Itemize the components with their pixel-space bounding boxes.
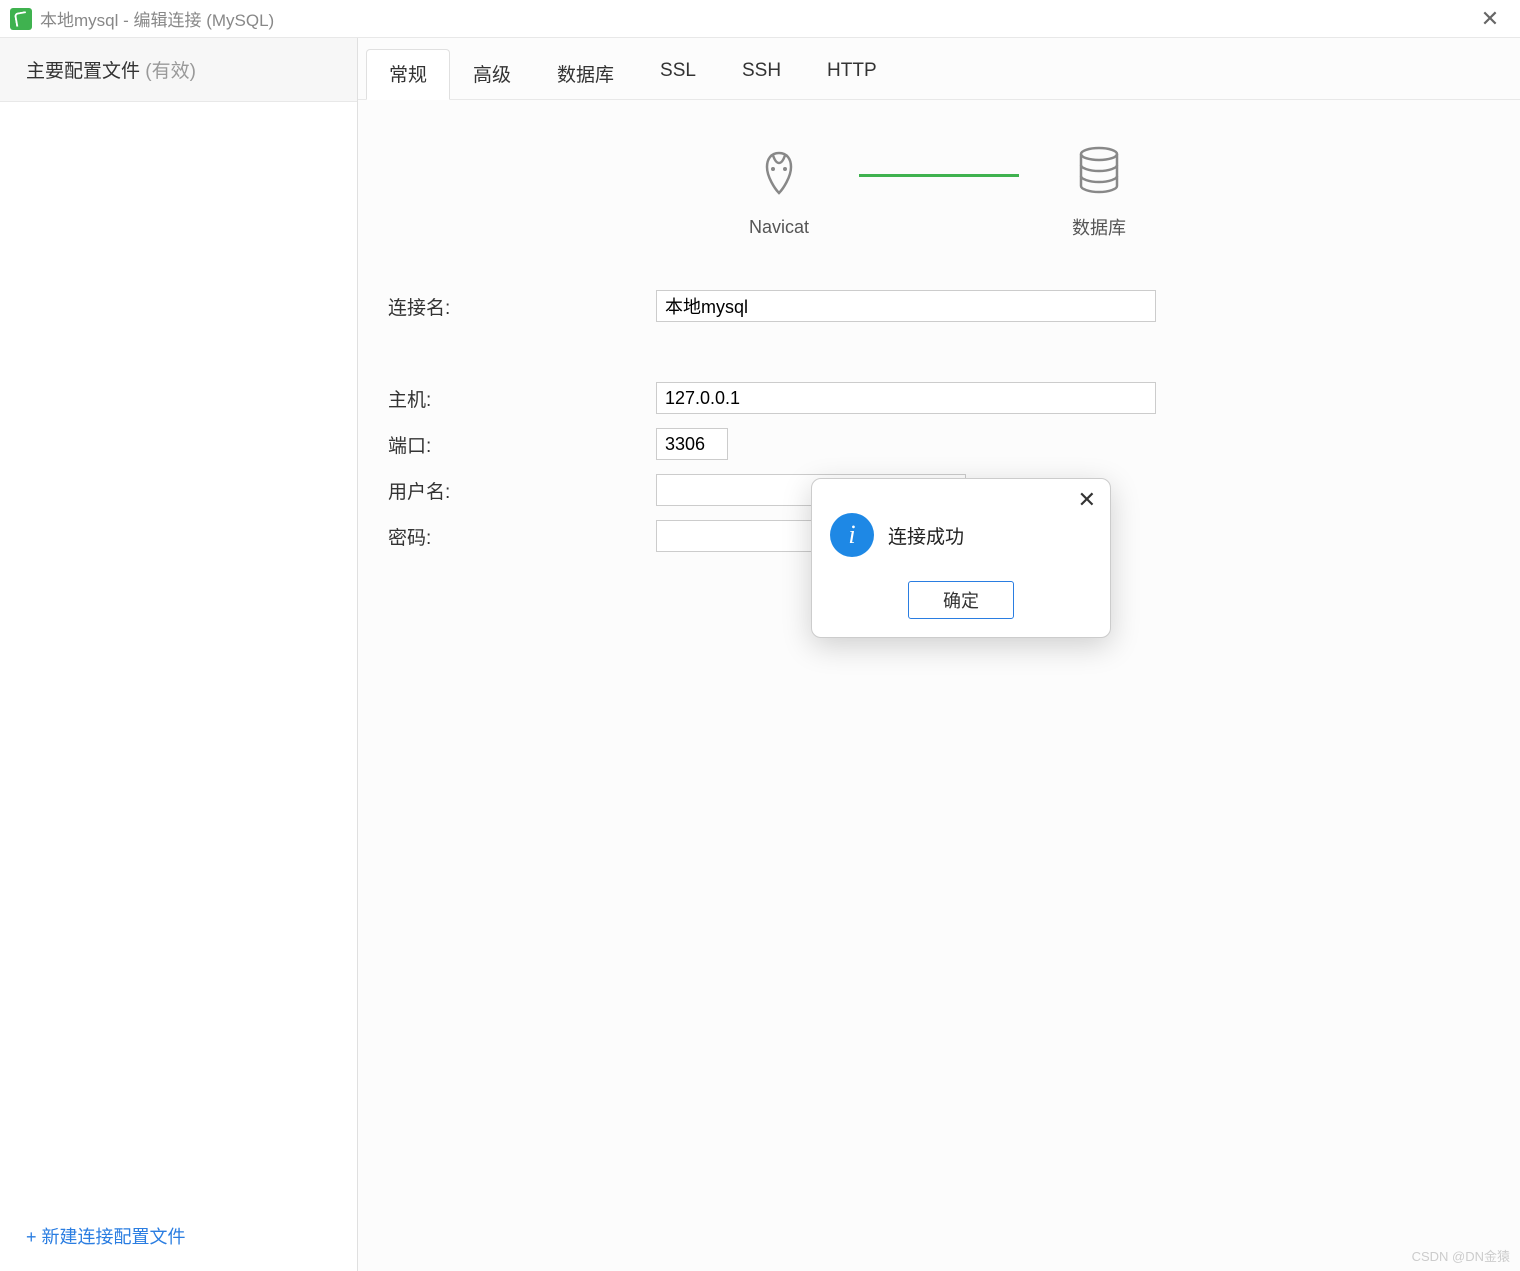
tab-database[interactable]: 数据库 xyxy=(534,49,637,100)
sidebar-header: 主要配置文件 (有效) xyxy=(0,38,357,101)
navicat-icon xyxy=(749,143,809,203)
dialog-ok-button[interactable]: 确定 xyxy=(908,581,1014,619)
tab-ssh[interactable]: SSH xyxy=(719,49,804,100)
sidebar-header-label: 主要配置文件 xyxy=(26,61,140,82)
username-label: 用户名: xyxy=(388,477,656,504)
connection-line xyxy=(859,174,1019,177)
host-label: 主机: xyxy=(388,385,656,412)
port-input[interactable] xyxy=(656,428,728,460)
connection-diagram: Navicat 数据库 xyxy=(358,100,1520,250)
host-input[interactable] xyxy=(656,382,1156,414)
port-label: 端口: xyxy=(388,431,656,458)
message-dialog: ✕ i 连接成功 确定 xyxy=(811,478,1111,638)
sidebar-body xyxy=(0,101,357,1207)
tabs: 常规 高级 数据库 SSL SSH HTTP xyxy=(358,38,1520,100)
new-profile-button[interactable]: + 新建连接配置文件 xyxy=(0,1207,357,1271)
content: 常规 高级 数据库 SSL SSH HTTP Navicat xyxy=(358,38,1520,1271)
sidebar: 主要配置文件 (有效) + 新建连接配置文件 xyxy=(0,38,358,1271)
dialog-message: 连接成功 xyxy=(888,522,964,549)
diagram-right-label: 数据库 xyxy=(1072,214,1126,240)
info-icon: i xyxy=(830,513,874,557)
tab-ssl[interactable]: SSL xyxy=(637,49,719,100)
diagram-left-label: Navicat xyxy=(749,217,809,238)
password-label: 密码: xyxy=(388,523,656,550)
tab-advanced[interactable]: 高级 xyxy=(450,49,534,100)
connection-name-label: 连接名: xyxy=(388,293,656,320)
close-icon[interactable]: ✕ xyxy=(1470,6,1510,32)
sidebar-header-suffix: (有效) xyxy=(145,61,196,82)
app-icon xyxy=(10,8,32,30)
watermark: CSDN @DN金猿 xyxy=(1412,1246,1510,1265)
tab-http[interactable]: HTTP xyxy=(804,49,900,100)
window-title: 本地mysql - 编辑连接 (MySQL) xyxy=(40,6,1470,31)
database-icon xyxy=(1069,140,1129,200)
connection-name-input[interactable] xyxy=(656,290,1156,322)
dialog-close-icon[interactable]: ✕ xyxy=(1078,487,1096,513)
tab-general[interactable]: 常规 xyxy=(366,49,450,100)
titlebar: 本地mysql - 编辑连接 (MySQL) ✕ xyxy=(0,0,1520,38)
